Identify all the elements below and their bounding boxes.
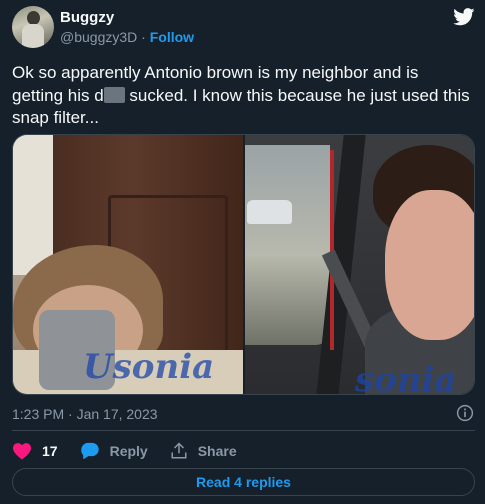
tweet-media[interactable]: Usonia sonia bbox=[12, 134, 475, 395]
tweet-card: Buggzy @buggzy3D · Follow Ok so apparent… bbox=[0, 0, 485, 504]
like-count: 17 bbox=[42, 443, 58, 459]
author-handle-line: @buggzy3D · Follow bbox=[60, 29, 194, 45]
divider bbox=[12, 430, 475, 431]
tweet-text: Ok so apparently Antonio brown is my nei… bbox=[12, 62, 472, 130]
reply-icon bbox=[80, 442, 99, 459]
share-button[interactable]: Share bbox=[170, 442, 237, 460]
watermark-left: Usonia bbox=[83, 347, 215, 387]
reply-label: Reply bbox=[109, 443, 148, 459]
reply-button[interactable]: Reply bbox=[80, 442, 148, 460]
author-name[interactable]: Buggzy bbox=[60, 9, 114, 26]
share-icon bbox=[171, 442, 187, 459]
action-bar: 17 Reply Share bbox=[12, 441, 259, 461]
follow-button[interactable]: Follow bbox=[150, 29, 194, 45]
author-handle[interactable]: @buggzy3D bbox=[60, 29, 137, 45]
censor-blur bbox=[103, 86, 125, 103]
heart-icon bbox=[13, 443, 31, 460]
share-label: Share bbox=[197, 443, 237, 459]
read-replies-button[interactable]: Read 4 replies bbox=[12, 468, 475, 496]
tweet-timestamp[interactable]: 1:23 PM · Jan 17, 2023 bbox=[12, 406, 158, 422]
twitter-bird-icon[interactable] bbox=[453, 8, 475, 26]
watermark-right: sonia bbox=[355, 360, 457, 394]
photo-right[interactable]: sonia bbox=[245, 135, 474, 394]
handle-separator: · bbox=[137, 29, 150, 45]
like-button[interactable]: 17 bbox=[12, 442, 58, 460]
avatar[interactable] bbox=[12, 6, 54, 48]
photo-left[interactable]: Usonia bbox=[13, 135, 243, 394]
info-icon[interactable] bbox=[456, 404, 474, 422]
